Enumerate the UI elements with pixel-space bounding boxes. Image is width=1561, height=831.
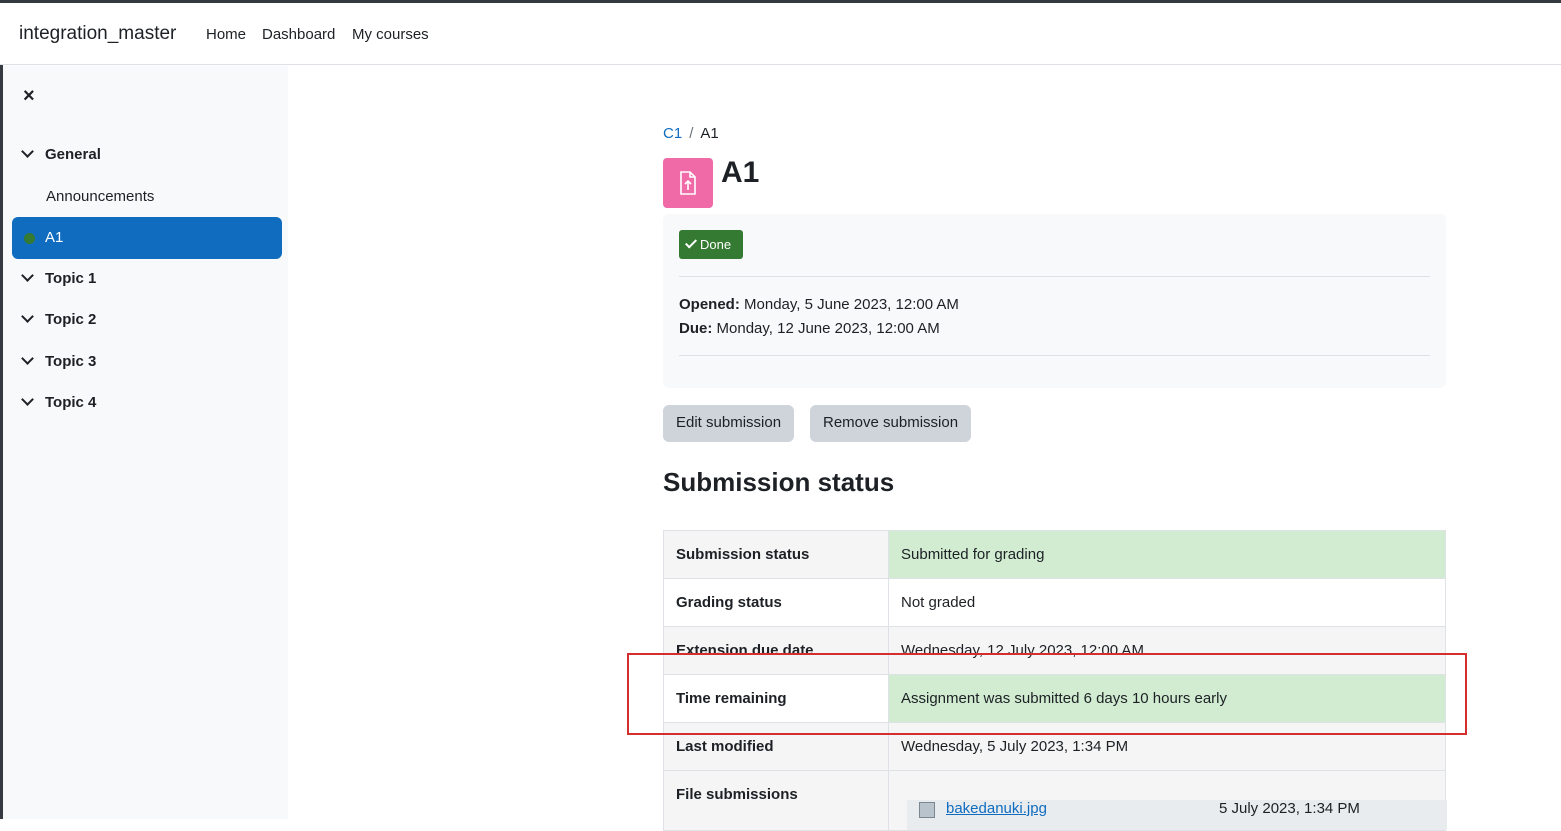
nav-dashboard-link[interactable]: Dashboard <box>262 26 335 43</box>
row-value: Wednesday, 5 July 2023, 1:34 PM <box>888 722 1446 771</box>
chevron-down-icon[interactable] <box>21 145 34 158</box>
row-value: Wednesday, 12 July 2023, 12:00 AM <box>888 626 1446 675</box>
breadcrumb-course-link[interactable]: C1 <box>663 125 682 142</box>
row-label: Extension due date <box>663 626 889 675</box>
table-row: Grading status Not graded <box>663 578 1446 627</box>
table-row: Time remaining Assignment was submitted … <box>663 674 1446 723</box>
assignment-icon <box>663 158 713 208</box>
row-value: Submitted for grading <box>888 530 1446 579</box>
row-label: Last modified <box>663 722 889 771</box>
opened-date: Opened: Monday, 5 June 2023, 12:00 AM <box>679 296 959 313</box>
section-label: Topic 2 <box>45 311 97 328</box>
opened-label: Opened: <box>679 296 740 313</box>
drawer-item-announcements[interactable]: Announcements <box>46 188 154 205</box>
drawer-item-a1[interactable]: A1 <box>12 217 282 259</box>
chevron-down-icon[interactable] <box>21 352 34 365</box>
nav-home-link[interactable]: Home <box>206 26 246 43</box>
file-date: 5 July 2023, 1:34 PM <box>1219 800 1360 817</box>
file-link[interactable]: bakedanuki.jpg <box>946 800 1047 817</box>
section-label: Topic 3 <box>45 353 97 370</box>
submission-status-table: Submission status Submitted for grading … <box>663 530 1447 831</box>
close-drawer-icon[interactable]: × <box>23 86 35 106</box>
section-topic-1[interactable]: Topic 1 <box>21 269 97 287</box>
table-row: Last modified Wednesday, 5 July 2023, 1:… <box>663 722 1446 771</box>
row-label: Time remaining <box>663 674 889 723</box>
section-general[interactable]: General <box>21 145 101 163</box>
page-title: A1 <box>721 156 760 189</box>
nav-my-courses-link[interactable]: My courses <box>352 26 429 43</box>
file-tree: bakedanuki.jpg 5 July 2023, 1:34 PM <box>901 786 1447 830</box>
divider <box>679 355 1430 356</box>
section-label: Topic 4 <box>45 394 97 411</box>
divider <box>679 276 1430 277</box>
table-row: File submissions bakedanuki.jpg 5 July 2… <box>663 770 1447 831</box>
row-value: Assignment was submitted 6 days 10 hours… <box>888 674 1446 723</box>
table-row: Submission status Submitted for grading <box>663 530 1446 579</box>
breadcrumb: C1 / A1 <box>663 125 719 142</box>
submission-status-heading: Submission status <box>663 467 895 497</box>
site-brand[interactable]: integration_master <box>19 23 176 45</box>
row-value: Not graded <box>888 578 1446 627</box>
chevron-down-icon[interactable] <box>21 269 34 282</box>
chevron-down-icon[interactable] <box>21 393 34 406</box>
section-topic-2[interactable]: Topic 2 <box>21 310 97 328</box>
due-label: Due: <box>679 320 713 337</box>
activity-dates-panel: Done Opened: Monday, 5 June 2023, 12:00 … <box>663 214 1446 388</box>
breadcrumb-current: A1 <box>700 125 719 142</box>
section-topic-4[interactable]: Topic 4 <box>21 393 97 411</box>
course-index-drawer: × General Announcements A1 Topic 1 Topic… <box>3 66 288 819</box>
badge-label: Done <box>700 237 732 252</box>
section-label: General <box>45 146 101 163</box>
row-value: bakedanuki.jpg 5 July 2023, 1:34 PM <box>888 770 1447 831</box>
due-value: Monday, 12 June 2023, 12:00 AM <box>712 320 940 337</box>
check-icon <box>684 236 698 249</box>
edit-submission-button[interactable]: Edit submission <box>663 405 795 442</box>
due-date: Due: Monday, 12 June 2023, 12:00 AM <box>679 320 940 337</box>
row-label: Grading status <box>663 578 889 627</box>
completion-done-badge: Done <box>679 230 743 259</box>
top-navbar: integration_master Home Dashboard My cou… <box>0 3 1561 65</box>
row-label: File submissions <box>663 770 889 831</box>
section-label: Topic 1 <box>45 270 97 287</box>
opened-value: Monday, 5 June 2023, 12:00 AM <box>739 296 959 313</box>
row-label: Submission status <box>663 530 889 579</box>
drawer-item-label: A1 <box>45 229 64 246</box>
table-row: Extension due date Wednesday, 12 July 20… <box>663 626 1446 675</box>
section-topic-3[interactable]: Topic 3 <box>21 352 97 370</box>
breadcrumb-separator: / <box>689 125 694 142</box>
remove-submission-button[interactable]: Remove submission <box>810 405 972 442</box>
completion-dot-icon <box>24 233 35 244</box>
chevron-down-icon[interactable] <box>21 310 34 323</box>
